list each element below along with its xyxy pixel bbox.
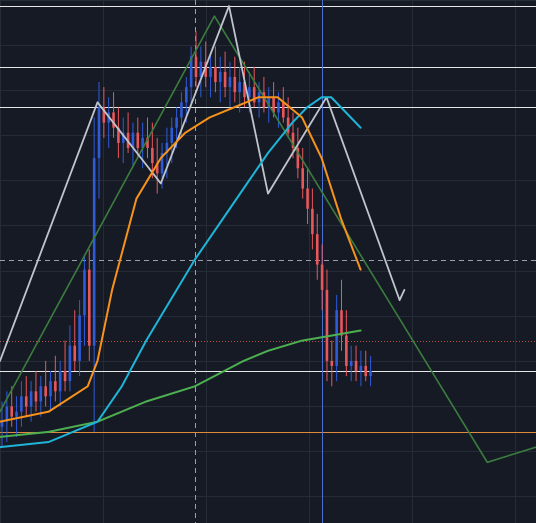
- candle-down: [282, 102, 285, 118]
- horizontal-lines: [0, 6, 536, 433]
- candle-down: [325, 289, 329, 361]
- zigzag-line-grey: [0, 5, 406, 362]
- candle-up: [170, 127, 174, 143]
- candle-down: [223, 71, 227, 88]
- candle-up: [175, 117, 178, 128]
- candle-up: [97, 107, 101, 159]
- candle-down: [320, 264, 324, 290]
- zigzag-line-green: [0, 15, 536, 464]
- candlestick-chart[interactable]: [0, 0, 536, 523]
- candle-up: [29, 391, 33, 407]
- candle-up: [359, 365, 363, 372]
- candle-down: [63, 371, 67, 382]
- candle-up: [228, 76, 232, 88]
- candle-up: [49, 381, 52, 397]
- candle-down: [44, 386, 47, 397]
- candle-down: [364, 365, 368, 377]
- candle-up: [83, 269, 86, 316]
- candle-down: [54, 381, 57, 392]
- chart-area[interactable]: [0, 0, 536, 523]
- candle-up: [92, 158, 96, 346]
- candle-down: [151, 147, 154, 164]
- candle-down: [214, 66, 217, 83]
- candle-up: [68, 345, 72, 382]
- candle-down: [136, 132, 140, 148]
- candle-up: [78, 315, 81, 361]
- candle-down: [24, 396, 28, 407]
- candle-up: [218, 71, 222, 83]
- candle-down: [306, 188, 309, 209]
- candles: [0, 31, 372, 448]
- moving-average-orange: [0, 96, 362, 423]
- candle-up: [180, 102, 183, 118]
- candle-down: [194, 56, 198, 77]
- candle-down: [315, 234, 319, 265]
- candle-down: [330, 360, 334, 366]
- candle-down: [354, 360, 358, 372]
- candle-up: [20, 396, 23, 412]
- candle-down: [73, 345, 77, 361]
- candle-up: [185, 87, 188, 103]
- moving-average-cyan: [0, 96, 362, 449]
- candle-up: [209, 66, 212, 77]
- candle-down: [345, 335, 348, 366]
- candle-up: [238, 82, 241, 93]
- candle-up: [15, 411, 18, 417]
- candle-up: [39, 386, 43, 402]
- candle-down: [10, 406, 13, 417]
- candle-up: [277, 102, 280, 113]
- indicator-lines: [0, 5, 536, 464]
- grid: [0, 0, 536, 523]
- candle-down: [233, 76, 237, 93]
- candle-down: [301, 168, 304, 189]
- candle-down: [340, 310, 343, 336]
- candle-up: [335, 310, 338, 366]
- candle-up: [349, 360, 353, 366]
- candle-down: [311, 208, 314, 235]
- candle-up: [369, 371, 372, 377]
- candle-down: [88, 269, 91, 346]
- candle-down: [34, 391, 38, 402]
- candle-up: [58, 371, 62, 392]
- candle-up: [0, 421, 4, 427]
